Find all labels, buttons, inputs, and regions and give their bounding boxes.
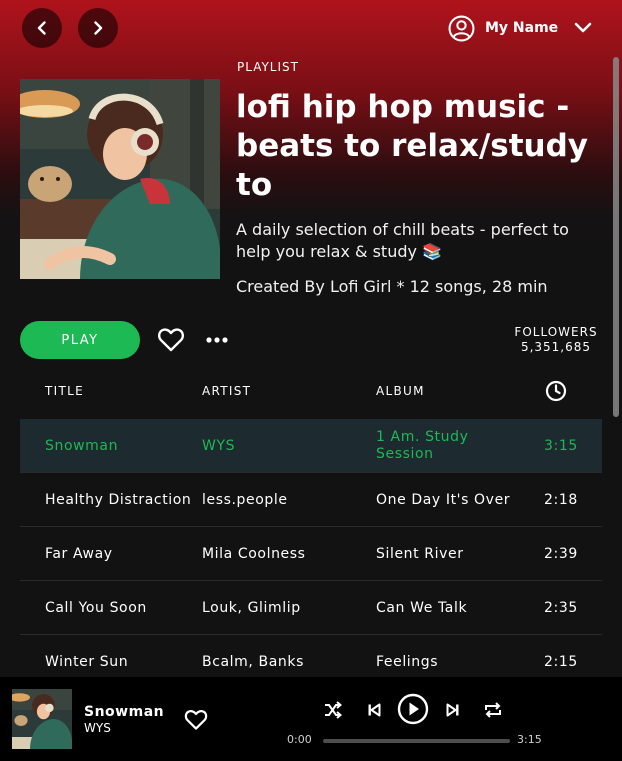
user-menu[interactable]: My Name xyxy=(448,14,592,42)
play-circle-icon xyxy=(397,693,429,725)
track-title: Healthy Distraction xyxy=(45,491,192,508)
track-title: Winter Sun xyxy=(45,653,129,670)
now-playing-artist[interactable]: WYS xyxy=(84,721,111,735)
track-artist[interactable]: Mila Coolness xyxy=(202,527,367,581)
play-pause-button[interactable] xyxy=(397,693,429,725)
playlist-type-label: PLAYLIST xyxy=(237,60,299,74)
shuffle-button[interactable] xyxy=(322,699,344,721)
track-table-header: TITLE ARTIST ALBUM xyxy=(20,376,602,406)
scrollbar[interactable] xyxy=(613,57,619,417)
user-avatar-icon xyxy=(448,15,475,41)
playlist-description: A daily selection of chill beats - perfe… xyxy=(236,220,569,261)
track-duration: 3:15 xyxy=(544,437,578,454)
now-playing-like-button[interactable] xyxy=(184,708,208,732)
column-duration[interactable] xyxy=(545,380,567,405)
track-artist[interactable]: WYS xyxy=(202,419,367,473)
track-title: Snowman xyxy=(45,437,119,454)
track-title: Call You Soon xyxy=(45,599,147,616)
now-playing-cover xyxy=(12,689,72,749)
track-album[interactable]: Feelings xyxy=(376,635,521,677)
track-album[interactable]: One Day It's Over xyxy=(376,473,521,527)
track-row[interactable]: Healthy Distraction less.people One Day … xyxy=(20,473,602,527)
track-artist[interactable]: Bcalm, Banks xyxy=(202,635,367,677)
chevron-right-icon xyxy=(94,21,103,35)
next-button[interactable] xyxy=(442,699,464,721)
column-title[interactable]: TITLE xyxy=(45,384,84,398)
track-title: Far Away xyxy=(45,545,113,562)
track-row[interactable]: Winter Sun Bcalm, Banks Feelings 2:15 xyxy=(20,635,602,677)
track-row[interactable]: Far Away Mila Coolness Silent River 2:39 xyxy=(20,527,602,581)
play-button[interactable]: PLAY xyxy=(20,321,140,359)
track-album[interactable]: Silent River xyxy=(376,527,521,581)
track-artist[interactable]: less.people xyxy=(202,473,367,527)
chevron-down-icon xyxy=(574,22,592,33)
followers-count: 5,351,685 xyxy=(520,340,592,354)
playlist-meta: Created By Lofi Girl * 12 songs, 28 min xyxy=(236,277,548,296)
shuffle-icon xyxy=(325,701,342,719)
current-time: 0:00 xyxy=(287,733,312,746)
track-album[interactable]: Can We Talk xyxy=(376,581,521,635)
track-artist[interactable]: Louk, Glimlip xyxy=(202,581,367,635)
track-duration: 2:39 xyxy=(544,545,578,562)
user-name: My Name xyxy=(485,20,559,36)
repeat-icon xyxy=(485,702,501,718)
skip-previous-icon xyxy=(368,703,381,717)
more-options-button[interactable] xyxy=(204,330,230,350)
followers-info: FOLLOWERS 5,351,685 xyxy=(500,325,612,355)
track-duration: 2:15 xyxy=(544,653,578,670)
total-time: 3:15 xyxy=(517,733,542,746)
playlist-cover xyxy=(20,79,220,279)
track-duration: 2:18 xyxy=(544,491,578,508)
followers-label: FOLLOWERS xyxy=(514,325,598,339)
clock-icon xyxy=(545,380,567,402)
heart-icon xyxy=(184,709,208,730)
now-playing-bar: Snowman WYS 0:00 3:15 xyxy=(0,677,622,761)
column-album[interactable]: ALBUM xyxy=(376,384,425,398)
track-list: Snowman WYS 1 Am. Study Session 3:15 Hea… xyxy=(20,419,602,677)
heart-icon xyxy=(158,328,184,352)
track-album[interactable]: 1 Am. Study Session xyxy=(376,419,521,473)
forward-button[interactable] xyxy=(78,8,118,48)
now-playing-title[interactable]: Snowman xyxy=(84,704,164,720)
progress-bar[interactable] xyxy=(323,739,510,743)
like-button[interactable] xyxy=(157,326,185,354)
skip-next-icon xyxy=(446,703,459,717)
track-duration: 2:35 xyxy=(544,599,578,616)
track-row[interactable]: Call You Soon Louk, Glimlip Can We Talk … xyxy=(20,581,602,635)
repeat-button[interactable] xyxy=(482,699,504,721)
column-artist[interactable]: ARTIST xyxy=(202,384,251,398)
track-row[interactable]: Snowman WYS 1 Am. Study Session 3:15 xyxy=(20,419,602,473)
back-button[interactable] xyxy=(22,8,62,48)
chevron-left-icon xyxy=(37,21,46,35)
more-dots-icon xyxy=(206,337,228,343)
playlist-view: My Name PLAYLIST lofi hip hop music - be… xyxy=(0,0,622,677)
playlist-title: lofi hip hop music - beats to relax/stud… xyxy=(236,89,589,203)
previous-button[interactable] xyxy=(363,699,385,721)
